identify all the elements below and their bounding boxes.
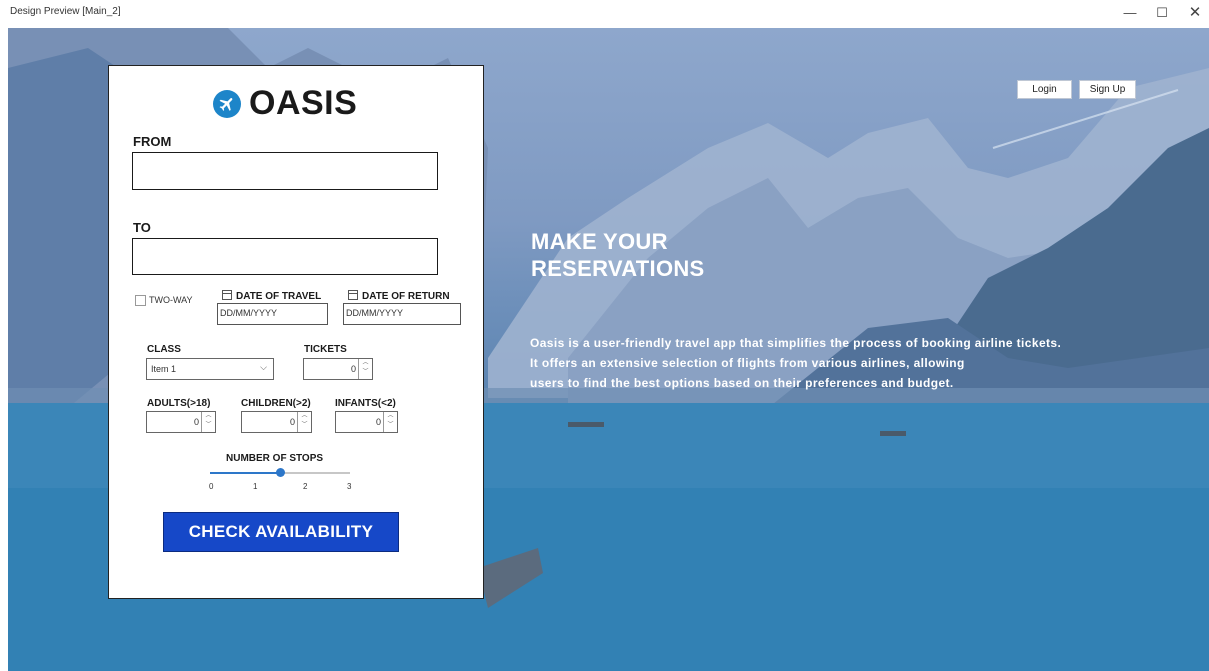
two-way-label: TWO-WAY (149, 295, 193, 305)
tickets-stepper[interactable]: 0 ︿ ﹀ (303, 358, 373, 380)
from-input[interactable] (132, 152, 438, 190)
stops-tick-label: 1 (253, 482, 258, 491)
window-title: Design Preview [Main_2] (10, 6, 121, 17)
children-value: 0 (289, 417, 295, 427)
stepper-arrows-icon[interactable]: ︿ ﹀ (201, 412, 215, 432)
chevron-down-icon: ⌵ (260, 362, 267, 372)
stops-tick-label: 0 (209, 482, 214, 491)
adults-label: ADULTS(>18) (147, 398, 211, 409)
stops-slider[interactable] (210, 468, 350, 477)
stops-tick-label: 3 (347, 482, 352, 491)
maximize-button[interactable]: ☐ (1150, 3, 1174, 23)
minimize-button[interactable]: — (1118, 3, 1142, 23)
signup-button[interactable]: Sign Up (1079, 80, 1136, 99)
check-availability-button[interactable]: CHECK AVAILABILITY (163, 512, 399, 552)
date-of-return-input[interactable]: DD/MM/YYYY (343, 303, 461, 325)
adults-value: 0 (193, 417, 199, 427)
login-button[interactable]: Login (1017, 80, 1072, 99)
logo-text: OASIS (249, 84, 358, 122)
date-of-return-label: DATE OF RETURN (348, 290, 450, 302)
close-button[interactable]: ✕ (1183, 3, 1207, 23)
infants-value: 0 (375, 417, 381, 427)
infants-stepper[interactable]: 0 ︿ ﹀ (335, 411, 398, 433)
airplane-icon (213, 89, 241, 118)
date-of-travel-label: DATE OF TRAVEL (222, 290, 321, 302)
hero-description-line: Oasis is a user-friendly travel app that… (530, 336, 1062, 350)
children-label: CHILDREN(>2) (241, 398, 311, 409)
to-input[interactable] (132, 238, 438, 275)
stepper-arrows-icon[interactable]: ︿ ﹀ (383, 412, 397, 432)
stepper-arrows-icon[interactable]: ︿ ﹀ (358, 359, 372, 379)
number-of-stops-label: NUMBER OF STOPS (226, 453, 324, 464)
calendar-icon (222, 290, 232, 300)
adults-stepper[interactable]: 0 ︿ ﹀ (146, 411, 216, 433)
app-logo: OASIS (213, 84, 357, 123)
from-label: FROM (133, 134, 172, 149)
calendar-icon (348, 290, 358, 300)
hero-title: MAKE YOUR RESERVATIONS (531, 229, 705, 281)
hero-description-line: users to find the best options based on … (530, 376, 954, 390)
tickets-label: TICKETS (304, 344, 347, 355)
class-select-value: Item 1 (151, 364, 177, 374)
date-of-travel-input[interactable]: DD/MM/YYYY (217, 303, 328, 325)
stops-slider-thumb[interactable] (275, 468, 285, 477)
tickets-value: 0 (350, 364, 356, 374)
two-way-checkbox[interactable] (135, 295, 146, 306)
window-titlebar: Design Preview [Main_2] — ☐ ✕ (0, 0, 1209, 28)
stops-tick-label: 2 (303, 482, 308, 491)
children-stepper[interactable]: 0 ︿ ﹀ (241, 411, 312, 433)
stops-slider-fill (210, 472, 280, 474)
stepper-arrows-icon[interactable]: ︿ ﹀ (297, 412, 311, 432)
booking-form-panel: OASIS FROM TO TWO-WAY DATE OF TRAVEL DD/… (108, 65, 484, 599)
to-label: TO (133, 220, 151, 235)
hero-description: Oasis is a user-friendly travel app that… (530, 333, 1170, 393)
class-label: CLASS (147, 344, 181, 355)
class-select[interactable]: Item 1 ⌵ (146, 358, 274, 380)
infants-label: INFANTS(<2) (335, 398, 396, 409)
hero-description-line: It offers an extensive selection of flig… (530, 356, 965, 370)
